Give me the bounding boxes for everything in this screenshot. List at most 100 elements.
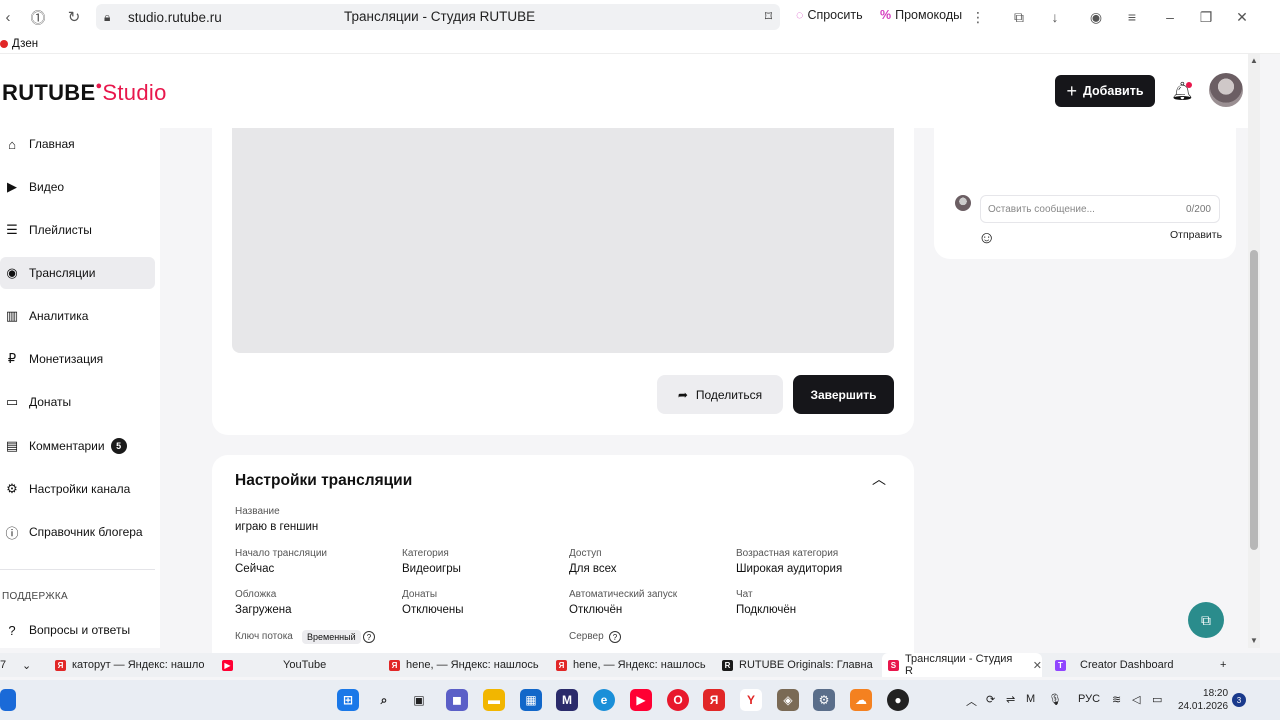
video-preview[interactable]	[232, 128, 894, 353]
tab-label: Трансляции - Студия R	[904, 653, 1013, 677]
opera-icon[interactable]: O	[667, 689, 689, 711]
store-icon[interactable]: ▦	[520, 689, 542, 711]
tab-rutube-originals[interactable]: R RUTUBE Originals: Главна	[722, 653, 882, 677]
scroll-down-icon[interactable]: ▼	[1250, 636, 1258, 645]
reload-icon[interactable]: ↻	[56, 0, 92, 34]
support-chat-icon[interactable]: ⧉	[1188, 602, 1224, 638]
restore-icon[interactable]: ❐	[1191, 0, 1221, 34]
game-icon[interactable]: ◈	[777, 689, 799, 711]
help-icon[interactable]: ?	[363, 631, 375, 643]
sync-icon[interactable]: ⟳	[986, 693, 995, 706]
app-round-icon[interactable]: ●	[887, 689, 909, 711]
notification-count-badge[interactable]: 3	[1232, 693, 1246, 707]
sidebar-item-faq[interactable]: ? Вопросы и ответы	[0, 614, 155, 646]
sidebar-item-label: Аналитика	[29, 309, 89, 323]
scroll-thumb[interactable]	[1250, 250, 1258, 550]
sidebar-item-broadcasts[interactable]: ◉ Трансляции	[0, 257, 155, 289]
bookmark-dzen[interactable]: Дзен	[12, 38, 38, 50]
sidebar-item-playlists[interactable]: ☰ Плейлисты	[0, 214, 155, 246]
tab-label: 7	[0, 659, 7, 671]
volume-icon[interactable]: ◁	[1132, 693, 1140, 706]
sidebar-item-analytics[interactable]: ▥ Аналитика	[0, 300, 155, 332]
add-button[interactable]: + Добавить	[1055, 75, 1155, 107]
yandex-browser-icon[interactable]: Y	[740, 689, 762, 711]
info-icon: ⓘ	[5, 525, 19, 541]
address-bar[interactable]: 🔒︎ studio.rutube.ru Трансляции - Студия …	[96, 4, 780, 30]
tab-broadcasts-studio[interactable]: S Трансляции - Студия R ✕	[882, 653, 1042, 677]
finish-button[interactable]: Завершить	[793, 375, 894, 414]
sidebar-item-blogger-guide[interactable]: ⓘ Справочник блогера	[0, 516, 155, 548]
tab-yandex-3[interactable]: Я hene, — Яндекс: нашлось	[556, 653, 716, 677]
avatar[interactable]	[1209, 73, 1243, 107]
collections-icon[interactable]: ⧉	[1004, 0, 1034, 34]
teams-icon[interactable]: ◼	[446, 689, 468, 711]
percent-icon: %	[880, 8, 892, 22]
name-label: Название	[235, 506, 280, 517]
help-icon[interactable]: ?	[609, 631, 621, 643]
tab-yandex-2[interactable]: Я hene, — Яндекс: нашлось	[389, 653, 549, 677]
tab-label: YouTube	[283, 659, 327, 671]
sidebar-item-label: Видео	[29, 180, 65, 194]
settings-gear-icon[interactable]: ⚙	[813, 689, 835, 711]
start-label: Начало трансляции	[235, 548, 327, 559]
wifi-icon[interactable]: ≋	[1112, 693, 1121, 706]
tray-app-icon[interactable]: ⇌	[1006, 693, 1015, 706]
edge-icon[interactable]: e	[593, 689, 615, 711]
page-scrollbar[interactable]: ▲ ▼	[1248, 54, 1260, 648]
bookmark-icon[interactable]: ⌑	[765, 8, 772, 25]
download-icon[interactable]: ↓	[1040, 0, 1070, 34]
tab-yandex-1[interactable]: Я катоpут — Яндекс: нашло	[55, 653, 215, 677]
promo-button[interactable]: % Промокоды	[880, 8, 962, 22]
share-button[interactable]: ➦ Поделиться	[657, 375, 783, 414]
chevron-down-icon[interactable]: ⌄	[22, 653, 42, 677]
home-icon: ⌂	[8, 136, 16, 152]
menu-icon[interactable]: ≡	[1117, 0, 1147, 34]
windows-start-icon[interactable]: ⊞	[337, 689, 359, 711]
close-window-icon[interactable]: ✕	[1227, 0, 1257, 34]
task-switch-icon[interactable]: ▣	[408, 689, 430, 711]
minimize-icon[interactable]: –	[1155, 0, 1185, 34]
battery-icon[interactable]: ▭	[1152, 693, 1162, 706]
comment-icon: ▤	[5, 438, 19, 453]
broadcast-settings-card: Настройки трансляции ︿ Название играю в …	[212, 455, 914, 655]
browser-toolbar: ‹ ⓵ ↻ 🔒︎ studio.rutube.ru Трансляции - С…	[0, 0, 1280, 34]
broadcast-icon: ◉	[6, 265, 18, 280]
new-tab-icon[interactable]: +	[1220, 653, 1236, 677]
close-tab-icon[interactable]: ✕	[1033, 659, 1042, 672]
yandex-icon[interactable]: Я	[703, 689, 725, 711]
yandex-icon[interactable]: ⓵	[20, 0, 56, 34]
task-view-icon[interactable]	[0, 689, 16, 711]
sprosit-button[interactable]: ◌ Спросить	[796, 8, 863, 22]
analytics-icon: ▥	[5, 308, 19, 323]
cloud-icon[interactable]: ☁	[850, 689, 872, 711]
autostart-value: Отключён	[569, 604, 623, 616]
donations-label: Донаты	[402, 589, 438, 600]
tray-m-icon[interactable]: M	[1026, 693, 1035, 705]
system-clock[interactable]: 18:20 24.01.2026	[1178, 687, 1228, 713]
sidebar-item-video[interactable]: ▶ Видео	[0, 171, 155, 203]
access-label: Доступ	[569, 548, 602, 559]
tab-creator-dashboard[interactable]: T Creator Dashboard	[1055, 653, 1215, 677]
youtube-icon[interactable]: ▶	[630, 689, 652, 711]
sidebar-item-donations[interactable]: ▭ Донаты	[0, 386, 155, 418]
scroll-up-icon[interactable]: ▲	[1250, 56, 1258, 65]
sidebar-item-monetization[interactable]: ₽ Монетизация	[0, 343, 155, 375]
rutube-studio-logo[interactable]: RUTUBE●Studio	[2, 80, 167, 106]
chat-message-input[interactable]: Оставить сообщение... 0/200	[980, 195, 1220, 223]
search-icon[interactable]: ⌕	[373, 689, 395, 711]
chevron-up-icon[interactable]: ︿	[966, 693, 977, 709]
more-icon[interactable]: ⋮	[963, 0, 993, 34]
sidebar-item-channel-settings[interactable]: ⚙ Настройки канала	[0, 473, 155, 505]
tab-counter[interactable]: 7	[0, 653, 20, 677]
folder-icon[interactable]: ▬	[483, 689, 505, 711]
language-indicator[interactable]: РУС	[1078, 693, 1100, 705]
send-button[interactable]: Отправить	[1170, 229, 1222, 241]
tab-youtube[interactable]: ▶ YouTube	[222, 653, 382, 677]
sidebar-item-comments[interactable]: ▤ Комментарии 5	[0, 430, 155, 462]
microphone-icon[interactable]: 🎙︎	[1048, 693, 1062, 706]
emoji-icon[interactable]: ☺	[978, 228, 995, 248]
app-m-icon[interactable]: M	[556, 689, 578, 711]
chevron-up-icon[interactable]: ︿	[872, 469, 886, 489]
sidebar-item-home[interactable]: ⌂ Главная	[0, 128, 155, 160]
profile-icon[interactable]: ◉	[1081, 0, 1111, 34]
